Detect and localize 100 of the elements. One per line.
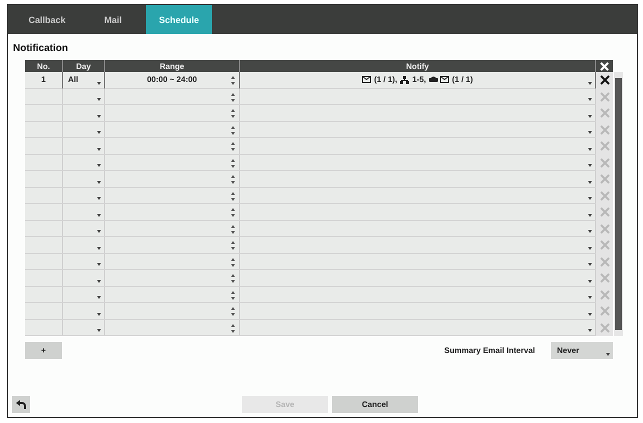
table-cell[interactable]	[240, 105, 596, 122]
caret-icon	[97, 148, 101, 150]
caret-icon	[588, 180, 592, 184]
table-cell[interactable]	[63, 286, 105, 303]
table-cell[interactable]	[240, 154, 596, 171]
table-cell[interactable]	[105, 320, 240, 336]
table-cell[interactable]	[63, 138, 105, 154]
back-arrow-icon	[16, 400, 26, 409]
caret-icon	[97, 296, 101, 299]
table-cell[interactable]	[105, 220, 240, 237]
caret-icon	[97, 98, 101, 101]
table-cell[interactable]	[105, 122, 240, 138]
table-cell[interactable]	[105, 154, 240, 171]
table-cell[interactable]	[105, 188, 240, 204]
caret-icon	[97, 329, 101, 332]
caret-icon	[588, 98, 592, 101]
caret-icon	[97, 246, 101, 250]
table-cell[interactable]	[240, 320, 596, 336]
table-cell[interactable]: All	[63, 72, 105, 88]
table-cell[interactable]	[240, 286, 596, 303]
caret-icon	[97, 82, 101, 84]
table-cell	[25, 320, 63, 336]
table-cell[interactable]	[105, 286, 240, 303]
tab[interactable]: Mail	[80, 5, 146, 34]
spinner-icon	[231, 208, 235, 217]
table-cell	[25, 270, 63, 286]
spinner-icon	[231, 224, 235, 234]
network-icon	[400, 76, 410, 84]
table-cell[interactable]	[240, 88, 596, 105]
tab[interactable]: Callback	[14, 5, 80, 34]
table-cell[interactable]	[105, 88, 240, 105]
table-cell[interactable]	[63, 254, 105, 270]
caret-icon	[588, 148, 592, 150]
caret-icon	[97, 280, 101, 282]
scrollbar[interactable]	[614, 72, 623, 336]
table-cell[interactable]	[105, 171, 240, 188]
table-cell[interactable]	[240, 270, 596, 286]
table-cell[interactable]: (1 / 1), 1-5, (1 / 1)	[240, 72, 596, 88]
table-cell	[25, 303, 63, 320]
table-cell	[25, 254, 63, 270]
caret-icon	[588, 312, 592, 316]
table-cell[interactable]	[63, 154, 105, 171]
table-cell[interactable]	[63, 105, 105, 122]
table-cell[interactable]	[240, 122, 596, 138]
table-cell[interactable]	[105, 303, 240, 320]
spinner-icon	[231, 258, 235, 266]
caret-icon	[588, 214, 592, 216]
caret-icon	[588, 263, 592, 266]
table-cell[interactable]	[63, 237, 105, 254]
spinner-icon	[231, 142, 235, 151]
table-cell	[25, 122, 63, 138]
table-cell[interactable]	[240, 188, 596, 204]
delete-icon[interactable]	[600, 75, 610, 86]
table-cell[interactable]	[63, 204, 105, 220]
table-cell[interactable]	[240, 204, 596, 220]
table-cell[interactable]	[240, 138, 596, 154]
table-cell	[25, 204, 63, 220]
summary-label: Summary Email Interval	[444, 346, 535, 355]
table-cell[interactable]	[63, 171, 105, 188]
spinner-icon	[231, 307, 235, 316]
back-button[interactable]	[12, 396, 30, 413]
add-button[interactable]: +	[25, 342, 62, 359]
table-cell[interactable]	[105, 254, 240, 270]
cancel-button[interactable]: Cancel	[332, 396, 418, 413]
table-cell[interactable]	[105, 204, 240, 220]
table-cell	[25, 88, 63, 105]
caret-icon	[588, 296, 592, 299]
table-cell[interactable]	[63, 270, 105, 286]
caret-icon	[588, 164, 592, 167]
mail-icon	[440, 76, 449, 84]
table-cell[interactable]	[240, 171, 596, 188]
cloud-icon	[429, 76, 438, 82]
caret-icon	[97, 214, 101, 216]
table-cell[interactable]	[105, 105, 240, 122]
table-cell[interactable]	[63, 122, 105, 138]
caret-icon	[97, 164, 101, 167]
caret-icon	[97, 230, 101, 233]
table-cell[interactable]: 00:00 ~ 24:00	[105, 72, 240, 88]
section-title: Notification	[13, 43, 69, 54]
caret-icon	[97, 197, 101, 200]
spinner-icon	[231, 274, 235, 283]
caret-icon	[588, 82, 592, 84]
table-cell[interactable]	[63, 303, 105, 320]
spinner-icon	[231, 92, 235, 102]
table-cell[interactable]	[63, 188, 105, 204]
table-cell[interactable]	[240, 254, 596, 270]
table-cell[interactable]	[63, 220, 105, 237]
caret-icon	[97, 263, 101, 266]
table-cell[interactable]	[240, 303, 596, 320]
table-cell[interactable]	[105, 237, 240, 254]
table-cell[interactable]	[240, 237, 596, 254]
table-cell[interactable]	[105, 270, 240, 286]
caret-icon	[588, 280, 592, 282]
table-cell[interactable]	[105, 138, 240, 154]
caret-icon	[588, 246, 592, 250]
interval-dropdown[interactable]: Never	[551, 342, 613, 359]
table-cell[interactable]	[240, 220, 596, 237]
table-cell[interactable]	[63, 88, 105, 105]
table-cell[interactable]	[63, 320, 105, 336]
caret-icon	[97, 131, 101, 134]
